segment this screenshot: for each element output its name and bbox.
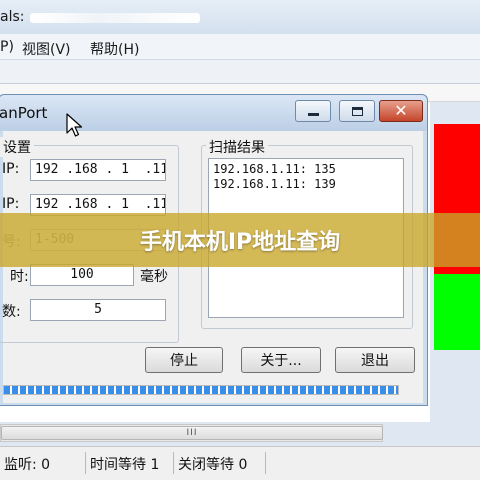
about-button[interactable]: 关于... <box>241 347 321 373</box>
caption-banner: 手机本机IP地址查询 <box>0 213 480 267</box>
main-window-title: als: <box>0 9 25 25</box>
timeout-input[interactable]: 100 <box>30 264 134 286</box>
status-bar: 监听: 0 时间等待 1 关闭等待 0 <box>0 446 480 480</box>
stop-button[interactable]: 停止 <box>145 347 223 373</box>
exit-button[interactable]: 退出 <box>335 347 415 373</box>
scrollbar-grip-icon: III <box>186 428 198 438</box>
main-toolbar <box>0 60 480 84</box>
menu-item-help[interactable]: 帮助(H) <box>90 39 139 59</box>
menu-item-view[interactable]: 视图(V) <box>22 39 71 59</box>
scan-progress-fill <box>4 386 398 394</box>
start-ip-input[interactable]: 192 .168 . 1 .11 <box>30 159 166 181</box>
caption-text: 手机本机IP地址查询 <box>139 230 341 255</box>
timeout-label: 时: <box>10 269 29 285</box>
dialog-title: anPort <box>0 104 48 122</box>
minimize-icon <box>307 113 319 116</box>
results-group-legend: 扫描结果 <box>206 137 268 157</box>
status-panel-red-top <box>434 124 480 200</box>
scrollbar-thumb[interactable]: III <box>1 426 383 440</box>
status-panel-green <box>434 274 480 350</box>
end-ip-label: IP: <box>2 196 20 212</box>
result-row[interactable]: 192.168.1.11: 135 <box>213 162 399 177</box>
main-title-bar: als: <box>0 0 480 34</box>
mouse-pointer-icon <box>66 113 83 137</box>
maximize-icon <box>351 106 363 116</box>
dialog-title-bar[interactable]: anPort ✕ <box>0 95 427 131</box>
scan-progress-bar <box>3 385 399 395</box>
result-row[interactable]: 192.168.1.11: 139 <box>213 177 399 192</box>
close-icon: ✕ <box>394 101 408 120</box>
close-button[interactable]: ✕ <box>379 100 423 122</box>
status-close-wait: 关闭等待 0 <box>174 452 266 474</box>
menu-item-edit[interactable]: P) <box>0 39 14 55</box>
threads-label: 数: <box>2 304 21 320</box>
horizontal-scrollbar[interactable]: III <box>0 424 383 442</box>
threads-input[interactable]: 5 <box>30 299 166 321</box>
title-redaction <box>30 13 200 23</box>
main-menubar: P) 视图(V) 帮助(H) <box>0 34 480 60</box>
start-ip-label: IP: <box>2 161 20 177</box>
status-listening: 监听: 0 <box>0 452 86 474</box>
settings-group-legend: 设置 <box>0 137 34 157</box>
minimize-button[interactable] <box>295 100 331 122</box>
dialog-body: 设置 IP: 192 .168 . 1 .11 IP: 192 .168 . 1… <box>0 131 423 403</box>
maximize-button[interactable] <box>339 100 375 122</box>
status-time-wait: 时间等待 1 <box>86 452 174 474</box>
timeout-unit: 毫秒 <box>140 269 168 285</box>
